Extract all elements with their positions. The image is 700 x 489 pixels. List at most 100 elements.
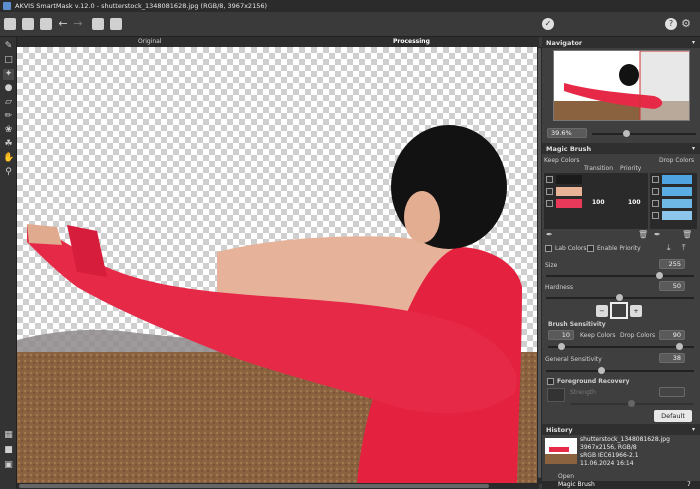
save-image-icon[interactable] xyxy=(40,18,52,30)
photo-preview xyxy=(17,125,537,484)
hand-icon[interactable]: ✋ xyxy=(3,153,14,164)
tab-original[interactable]: Original xyxy=(138,38,161,45)
magic-brush-title: Magic Brush xyxy=(546,145,592,153)
share-icon[interactable] xyxy=(110,18,122,30)
default-button[interactable]: Default xyxy=(654,410,692,422)
save-colors-icon[interactable]: ⤒ xyxy=(682,243,686,253)
brush-sensitivity-label: Brush Sensitivity xyxy=(548,321,606,328)
open-image-icon[interactable] xyxy=(22,18,34,30)
background-color-icon[interactable]: ■ xyxy=(3,445,14,456)
zoom-icon[interactable]: ⚲ xyxy=(3,167,14,178)
keep-row2-checkbox[interactable] xyxy=(546,188,553,195)
history-filename: shutterstock_1348081628.jpg xyxy=(580,436,670,443)
canvas-tabs: Original Processing xyxy=(17,37,539,47)
undo-icon[interactable]: ← xyxy=(57,18,69,30)
drop-swatch-4[interactable] xyxy=(662,211,692,220)
hardness-slider[interactable] xyxy=(546,294,694,301)
general-knob[interactable] xyxy=(598,367,605,374)
navigator-header[interactable]: Navigator ▾ xyxy=(542,37,700,48)
enable-priority-checkbox[interactable] xyxy=(587,245,594,252)
before-after-icon[interactable] xyxy=(4,18,16,30)
recovery-color-swatch[interactable] xyxy=(547,388,565,402)
brush-sensitivity-slider[interactable] xyxy=(548,343,694,350)
history-count: 7 xyxy=(687,481,691,488)
swap-view-icon[interactable]: ▣ xyxy=(3,460,14,471)
drop-row1-checkbox[interactable] xyxy=(652,176,659,183)
magic-brush-icon[interactable]: ✎ xyxy=(3,41,14,52)
keep-row3-priority[interactable]: 100 xyxy=(628,199,641,206)
history-item-magic-brush[interactable]: Magic Brush 7 xyxy=(542,481,700,489)
keep-swatch-1[interactable] xyxy=(556,175,582,184)
strength-field[interactable] xyxy=(659,387,685,397)
drop-row4-checkbox[interactable] xyxy=(652,212,659,219)
help-icon[interactable]: ? xyxy=(665,18,677,30)
selection-icon[interactable]: □ xyxy=(3,55,14,66)
keep-row3-transition[interactable]: 100 xyxy=(592,199,605,206)
lab-colors-checkbox[interactable] xyxy=(545,245,552,252)
strength-knob[interactable] xyxy=(628,400,635,407)
right-panel: Navigator ▾ 39.6% Magic Brush ▾ Keep Col… xyxy=(542,37,700,489)
magic-wand-icon[interactable]: ✦ xyxy=(3,69,14,80)
general-sensitivity-slider[interactable] xyxy=(546,367,694,374)
drop-eyedropper-icon[interactable]: ✒ xyxy=(654,230,661,239)
print-icon[interactable] xyxy=(92,18,104,30)
hardness-slider-knob[interactable] xyxy=(616,294,623,301)
drop-swatch-1[interactable] xyxy=(662,175,692,184)
image-canvas[interactable] xyxy=(17,47,537,484)
drop-swatch-3[interactable] xyxy=(662,199,692,208)
collapse-icon[interactable]: ▾ xyxy=(692,145,695,152)
keep-sensitivity-field[interactable]: 10 xyxy=(548,330,574,340)
history-item-open[interactable]: Open xyxy=(558,473,574,480)
keep-eyedropper-icon[interactable]: ✒ xyxy=(546,230,553,239)
app-logo-icon xyxy=(3,2,11,10)
eraser-icon[interactable]: ▱ xyxy=(3,97,14,108)
zoom-field[interactable]: 39.6% xyxy=(547,128,587,138)
strength-label: Strength xyxy=(570,389,596,396)
zoom-slider[interactable] xyxy=(592,130,696,137)
lab-colors-label: Lab Colors xyxy=(555,245,587,252)
keep-swatch-3[interactable] xyxy=(556,199,582,208)
sens-knob-left[interactable] xyxy=(558,343,565,350)
horizontal-scrollbar[interactable] xyxy=(17,483,539,489)
foreground-recovery-checkbox[interactable] xyxy=(547,378,554,385)
zoom-slider-knob[interactable] xyxy=(623,130,630,137)
load-colors-icon[interactable]: ⤓ xyxy=(667,243,671,253)
keep-delete-icon[interactable]: 🗑 xyxy=(638,230,648,239)
general-sensitivity-field[interactable]: 38 xyxy=(659,353,685,363)
drop-swatch-2[interactable] xyxy=(662,187,692,196)
drop-colors-table[interactable] xyxy=(650,173,697,229)
history-header[interactable]: History ▾ xyxy=(542,424,700,435)
drop-row3-checkbox[interactable] xyxy=(652,200,659,207)
strength-slider[interactable] xyxy=(570,400,694,407)
enable-priority-label: Enable Priority xyxy=(597,245,641,252)
restore-brush-icon[interactable]: ❀ xyxy=(3,125,14,136)
keep-colors-table[interactable]: 100 100 xyxy=(544,173,648,229)
drop-icon[interactable]: ● xyxy=(3,83,14,94)
smudge-icon[interactable]: ☘ xyxy=(3,139,14,150)
keep-swatch-2[interactable] xyxy=(556,187,582,196)
size-field[interactable]: 255 xyxy=(659,259,685,269)
drop-delete-icon[interactable]: 🗑 xyxy=(682,230,692,239)
settings-gear-icon[interactable]: ⚙ xyxy=(680,18,692,30)
tab-processing[interactable]: Processing xyxy=(393,38,430,45)
hardness-field[interactable]: 50 xyxy=(659,281,685,291)
drop-sensitivity-field[interactable]: 90 xyxy=(659,330,685,340)
brush-icon[interactable]: ✏ xyxy=(3,111,14,122)
size-slider[interactable] xyxy=(546,272,694,279)
size-slider-knob[interactable] xyxy=(656,272,663,279)
increase-brush-button[interactable]: + xyxy=(630,305,642,317)
keep-row3-checkbox[interactable] xyxy=(546,200,553,207)
navigator-thumbnail[interactable] xyxy=(553,50,690,121)
sens-knob-right[interactable] xyxy=(676,343,683,350)
collapse-icon[interactable]: ▾ xyxy=(692,39,695,46)
decrease-brush-button[interactable]: − xyxy=(596,305,608,317)
top-toolbar: ← → ✓ ? ⚙ xyxy=(0,12,700,37)
keep-row1-checkbox[interactable] xyxy=(546,176,553,183)
drop-row2-checkbox[interactable] xyxy=(652,188,659,195)
keep-colors-sens-label: Keep Colors xyxy=(580,332,616,339)
background-checker-icon[interactable]: ▦ xyxy=(3,430,14,441)
redo-icon[interactable]: → xyxy=(72,18,84,30)
run-check-icon[interactable]: ✓ xyxy=(542,18,554,30)
magic-brush-header[interactable]: Magic Brush ▾ xyxy=(542,143,700,154)
collapse-icon[interactable]: ▾ xyxy=(692,426,695,433)
